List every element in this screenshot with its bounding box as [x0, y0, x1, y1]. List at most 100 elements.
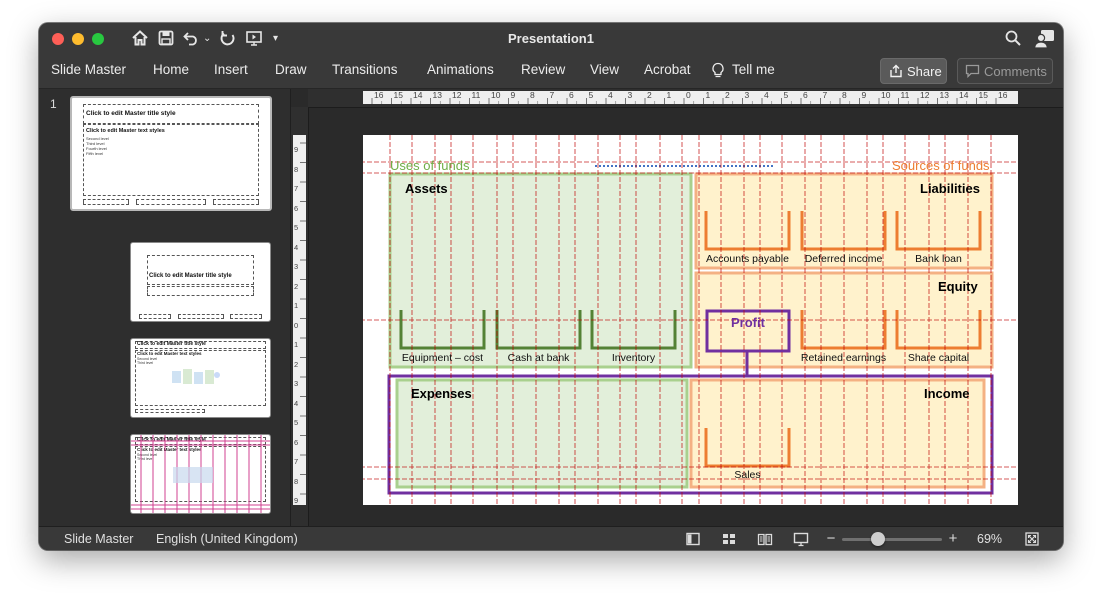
- expenses-heading[interactable]: Expenses: [411, 386, 472, 401]
- layout-thumbnail-content[interactable]: Click to edit Master title style Click t…: [130, 338, 271, 418]
- liability-item-deferred-income[interactable]: Deferred income: [794, 253, 893, 265]
- ruler-label: 8: [294, 164, 299, 174]
- slide-editing-area[interactable]: 16 15 14 13 12 11 10 9 8 7 6 5 4 3 2 1 0 1 2 3 4 5 6 7 8 9 10 11 12 1…: [291, 89, 1063, 526]
- window-title: Presentation1: [508, 31, 594, 46]
- normal-view-icon[interactable]: [685, 531, 701, 547]
- slide-thumbnail-panel[interactable]: 1 Click to edit Master title style Click…: [39, 89, 291, 526]
- sources-of-funds-label[interactable]: Sources of funds: [892, 158, 990, 173]
- tab-slide-master[interactable]: Slide Master: [51, 62, 126, 77]
- assets-heading[interactable]: Assets: [405, 181, 448, 196]
- ruler-label: 2: [647, 90, 652, 100]
- ruler-label: 1: [294, 301, 299, 310]
- page-number-placeholder: [213, 199, 259, 205]
- asset-item-inventory[interactable]: Inventory: [584, 352, 683, 364]
- ruler-label: 14: [959, 90, 969, 100]
- tab-view[interactable]: View: [590, 62, 619, 77]
- tab-review[interactable]: Review: [521, 62, 565, 77]
- comments-button[interactable]: Comments: [957, 58, 1053, 84]
- ruler-label: 8: [294, 476, 299, 486]
- master-title-text: Click to edit Master title style: [86, 110, 176, 117]
- slide-master-thumbnail[interactable]: Click to edit Master title style Click t…: [70, 96, 272, 211]
- income-heading[interactable]: Income: [924, 386, 970, 401]
- ruler-label: 3: [627, 90, 633, 100]
- liability-item-bank-loan[interactable]: Bank loan: [889, 253, 988, 265]
- layout-title-text: Click to edit Master title style: [149, 273, 232, 279]
- ruler-label: 3: [294, 379, 299, 388]
- tab-insert[interactable]: Insert: [214, 62, 248, 77]
- ruler-label: 9: [861, 90, 867, 100]
- ruler-label: 2: [294, 359, 299, 369]
- master-slide-canvas[interactable]: Uses of funds Sources of funds Assets Li…: [363, 135, 1018, 505]
- search-icon[interactable]: [1004, 29, 1022, 49]
- ruler-label: 7: [294, 184, 299, 193]
- ruler-label: 7: [549, 90, 555, 100]
- ruler-label: 11: [900, 90, 910, 100]
- uses-of-funds-label[interactable]: Uses of funds: [390, 158, 470, 173]
- ruler-label: 4: [294, 398, 299, 408]
- equity-heading[interactable]: Equity: [938, 279, 978, 294]
- zoom-in-icon[interactable]: +: [945, 531, 961, 547]
- ruler-label: 5: [783, 90, 789, 100]
- zoom-percentage[interactable]: 69%: [977, 532, 1002, 546]
- tab-home[interactable]: Home: [153, 62, 189, 77]
- zoom-slider[interactable]: [842, 532, 942, 546]
- share-label: Share: [907, 64, 942, 79]
- tab-transitions[interactable]: Transitions: [332, 62, 398, 77]
- account-icon[interactable]: [1033, 29, 1055, 49]
- ruler-label: 11: [471, 90, 481, 100]
- layout-small-body: Click to edit Master text styles: [137, 351, 202, 356]
- income-item-sales[interactable]: Sales: [698, 469, 797, 481]
- ruler-label: 1: [294, 340, 299, 349]
- layout-thumbnail-guides[interactable]: Click to edit Master title style Click t…: [130, 434, 271, 514]
- ruler-label: 10: [881, 90, 891, 100]
- ruler-label: 8: [530, 90, 535, 100]
- ruler-label: 1: [705, 90, 711, 100]
- date-placeholder: [139, 314, 171, 319]
- tab-draw[interactable]: Draw: [275, 62, 307, 77]
- vertical-ruler[interactable]: 9 8 7 6 5 4 3 2 1 0 1 2 3 4 5 6 7 8 9: [291, 107, 309, 526]
- ruler-label: 5: [294, 223, 299, 232]
- date-placeholder: [83, 199, 129, 205]
- ruler-label: 9: [510, 90, 516, 100]
- ruler-label: 5: [294, 418, 299, 427]
- equity-item-share-capital[interactable]: Share capital: [889, 352, 988, 364]
- share-icon: [889, 64, 903, 81]
- ruler-label: 2: [725, 90, 730, 100]
- ruler-label: 1: [666, 90, 672, 100]
- layout-small-title: Click to edit Master title style: [137, 341, 206, 347]
- liability-item-accounts-payable[interactable]: Accounts payable: [698, 253, 797, 265]
- ruler-label: 9: [294, 496, 299, 505]
- reading-view-icon[interactable]: [757, 531, 773, 547]
- ruler-label: 7: [822, 90, 828, 100]
- ruler-label: 12: [452, 90, 462, 100]
- tell-me-search[interactable]: Tell me: [732, 62, 775, 77]
- slide-sorter-icon[interactable]: [721, 531, 737, 547]
- liabilities-heading[interactable]: Liabilities: [920, 181, 980, 196]
- zoom-slider-thumb[interactable]: [871, 532, 885, 546]
- ruler-label: 4: [608, 90, 613, 100]
- fit-slide-icon[interactable]: [1024, 531, 1040, 547]
- ruler-label: 15: [393, 90, 403, 100]
- ruler-label: 13: [432, 90, 442, 100]
- level-3-text: Third level: [137, 361, 154, 365]
- ruler-label: 16: [998, 90, 1008, 100]
- layout-thumbnail-title[interactable]: Click to edit Master title style: [130, 242, 271, 322]
- profit-label[interactable]: Profit: [707, 315, 789, 330]
- tab-acrobat[interactable]: Acrobat: [644, 62, 691, 77]
- powerpoint-window: ⌄ ▾ Presentation1 Slide Master Home Inse…: [39, 23, 1063, 550]
- share-button[interactable]: Share: [880, 58, 947, 84]
- ruler-label: 14: [413, 90, 423, 100]
- zoom-out-icon[interactable]: −: [823, 531, 839, 547]
- ruler-label: 6: [803, 90, 808, 100]
- tab-animations[interactable]: Animations: [427, 62, 494, 77]
- horizontal-ruler[interactable]: 16 15 14 13 12 11 10 9 8 7 6 5 4 3 2 1 0 1 2 3 4 5 6 7 8 9 10 11 12 1…: [308, 89, 1063, 108]
- slideshow-icon[interactable]: [793, 531, 809, 547]
- asset-item-cash[interactable]: Cash at bank: [489, 352, 588, 364]
- asset-item-equipment[interactable]: Equipment – cost: [393, 352, 492, 364]
- ruler-label: 6: [294, 203, 299, 213]
- language-label[interactable]: English (United Kingdom): [156, 532, 298, 546]
- ruler-label: 16: [374, 90, 384, 100]
- ruler-label: 13: [939, 90, 949, 100]
- slide-number: 1: [50, 97, 57, 111]
- equity-item-retained-earnings[interactable]: Retained earnings: [794, 352, 893, 364]
